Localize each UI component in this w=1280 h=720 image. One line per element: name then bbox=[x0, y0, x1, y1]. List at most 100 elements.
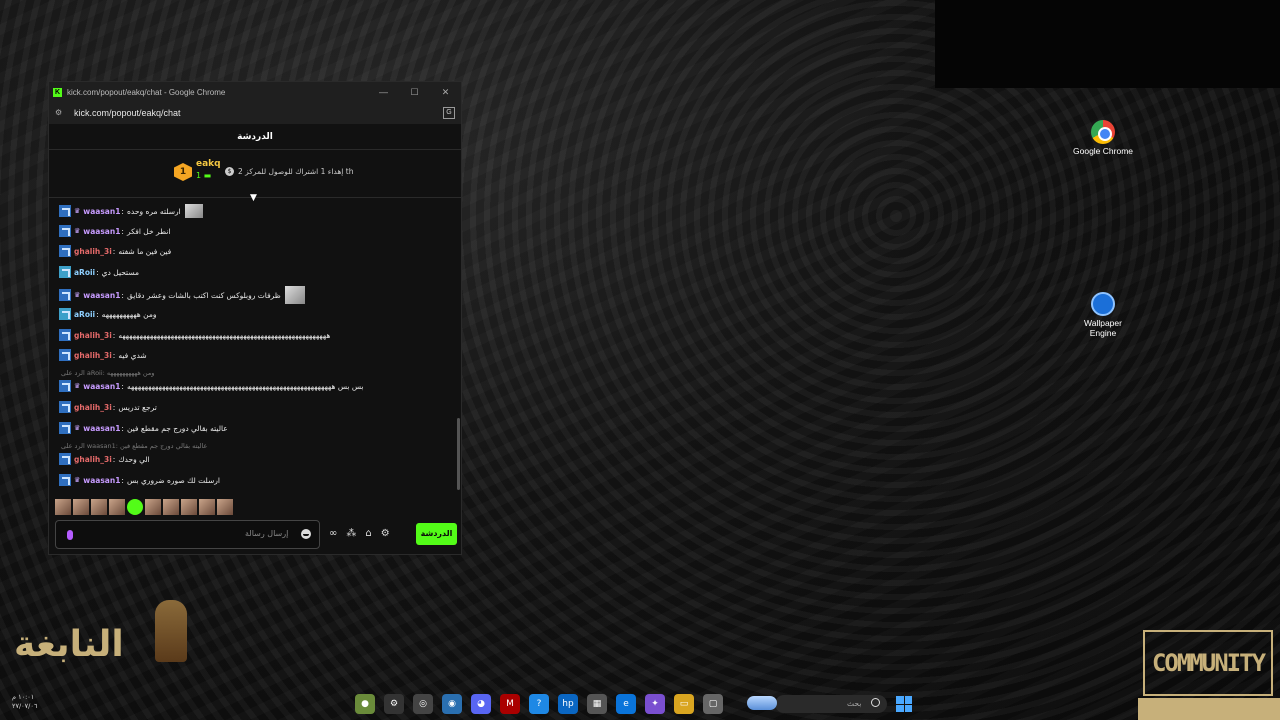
chat-message[interactable]: ghalih_3i : الي وحدك bbox=[59, 453, 150, 465]
emote-button[interactable] bbox=[55, 499, 71, 515]
subscriber-badge-icon bbox=[59, 380, 71, 392]
infinity-icon[interactable]: ∞ bbox=[329, 528, 337, 539]
url-text[interactable]: kick.com/popout/eakq/chat bbox=[74, 108, 181, 118]
chat-text: ارسلته مره وحده bbox=[126, 206, 181, 216]
maximize-button[interactable]: ☐ bbox=[399, 87, 430, 98]
settings-icon[interactable]: ⚙ bbox=[381, 528, 390, 539]
emote-button[interactable] bbox=[127, 499, 143, 515]
reply-reference[interactable]: الرد على aRoii: ومن ههههههههههه bbox=[61, 369, 154, 377]
chrome-taskbar-icon[interactable]: ◉ bbox=[442, 694, 462, 714]
emote-button[interactable] bbox=[217, 499, 233, 515]
chat-separator: : bbox=[121, 226, 124, 236]
wallpaper-overlay bbox=[935, 0, 1280, 88]
address-bar[interactable]: ⚙ kick.com/popout/eakq/chat G bbox=[49, 102, 461, 124]
desktop-icon-wallpaper-engine[interactable]: Wallpaper Engine bbox=[1073, 292, 1133, 338]
store-icon[interactable]: ▦ bbox=[587, 694, 607, 714]
crown-icon: ♛ bbox=[74, 382, 81, 390]
emote-image bbox=[284, 286, 305, 304]
site-info-icon[interactable]: ⚙ bbox=[55, 108, 65, 118]
title-bar[interactable]: K kick.com/popout/eakq/chat - Google Chr… bbox=[49, 82, 461, 102]
mcafee-icon[interactable]: M bbox=[500, 694, 520, 714]
chat-message[interactable]: ghalih_3i : ترجع تدريس bbox=[59, 401, 157, 413]
chat-separator: : bbox=[112, 402, 116, 412]
subscriber-badge-icon bbox=[59, 308, 71, 320]
minimize-button[interactable]: — bbox=[368, 87, 399, 98]
hp-icon[interactable]: hp bbox=[558, 694, 578, 714]
chat-username[interactable]: waasan1 bbox=[83, 227, 120, 236]
pinned-username[interactable]: eakq bbox=[196, 159, 221, 169]
chat-input-placeholder: إرسال رسالة bbox=[245, 529, 289, 538]
chat-message[interactable]: ghalih_3i : شدي فيه bbox=[59, 349, 147, 361]
chat-username[interactable]: aRoii bbox=[74, 268, 95, 277]
chat-message[interactable]: ♛ waasan1 : عاليته بقالي دورج جم مقطع في… bbox=[59, 422, 228, 434]
pinned-rank-line: 1 ▬ bbox=[196, 171, 212, 180]
clock-date: ٢٧/٠٧/٠٦ bbox=[12, 702, 38, 710]
subscriber-badge-icon bbox=[59, 225, 71, 237]
nodes-icon[interactable]: ⁂ bbox=[346, 528, 356, 539]
chat-message[interactable]: ♛ waasan1 : بس بس هههههههههههههههههههههه… bbox=[59, 380, 364, 392]
emote-button[interactable] bbox=[145, 499, 161, 515]
chat-message[interactable]: ♛ waasan1 : انطر خل افكر bbox=[59, 225, 170, 237]
chat-text: الي وحدك bbox=[118, 454, 150, 464]
chat-username[interactable]: ghalih_3i bbox=[74, 247, 112, 256]
chat-send-button[interactable]: الدردشة bbox=[416, 523, 457, 545]
store-icon[interactable]: ⌂ bbox=[365, 528, 371, 539]
chat-message[interactable]: ♛ waasan1 : ارسلته مره وحده bbox=[59, 204, 203, 218]
chat-message[interactable]: ♛ waasan1 : ظرفات روبلوكس كنت اكتب بالشا… bbox=[59, 286, 305, 304]
chat-username[interactable]: waasan1 bbox=[83, 424, 120, 433]
chat-username[interactable]: ghalih_3i bbox=[74, 351, 112, 360]
chat-username[interactable]: waasan1 bbox=[83, 382, 120, 391]
start-button[interactable] bbox=[896, 696, 912, 712]
emote-button[interactable] bbox=[163, 499, 179, 515]
chat-scrollbar[interactable] bbox=[457, 418, 460, 490]
file-explorer-icon[interactable]: ▭ bbox=[674, 694, 694, 714]
chat-username[interactable]: aRoii bbox=[74, 310, 95, 319]
discord-icon[interactable]: ◕ bbox=[471, 694, 491, 714]
taskbar-app-icon[interactable]: ▢ bbox=[703, 694, 723, 714]
watermark-logo: النابغة bbox=[14, 624, 126, 665]
taskbar-app-icon[interactable]: ◎ bbox=[413, 694, 433, 714]
emote-button[interactable] bbox=[199, 499, 215, 515]
pinned-info: $ إهداء 1 اشتراك للوصول للمركز 2 th bbox=[225, 167, 353, 176]
chat-username[interactable]: ghalih_3i bbox=[74, 403, 112, 412]
chat-username[interactable]: waasan1 bbox=[83, 291, 120, 300]
chat-message[interactable]: ♛ waasan1 : ارسلت لك صوره ضروري بس bbox=[59, 474, 220, 486]
chat-separator: : bbox=[112, 350, 116, 360]
chat-text: فين فين ما شفته bbox=[118, 246, 172, 256]
crown-icon: ♛ bbox=[74, 207, 81, 215]
edge-icon[interactable]: e bbox=[616, 694, 636, 714]
taskbar-app-icon[interactable]: ● bbox=[355, 694, 375, 714]
pinned-info-text: إهداء 1 اشتراك للوصول للمركز 2 th bbox=[238, 167, 354, 176]
chat-username[interactable]: waasan1 bbox=[83, 207, 120, 216]
subscriber-badge-icon bbox=[59, 205, 71, 217]
copilot-icon[interactable]: ✦ bbox=[645, 694, 665, 714]
emote-button[interactable] bbox=[91, 499, 107, 515]
chat-username[interactable]: ghalih_3i bbox=[74, 455, 112, 464]
close-button[interactable]: ✕ bbox=[430, 87, 461, 98]
chat-input[interactable]: إرسال رسالة bbox=[55, 520, 320, 549]
translate-icon[interactable]: G bbox=[443, 107, 455, 119]
taskbar-search[interactable]: بحث bbox=[747, 695, 887, 713]
crown-icon: ♛ bbox=[74, 291, 81, 299]
desktop-icon-chrome[interactable]: Google Chrome bbox=[1073, 120, 1133, 156]
help-icon[interactable]: ? bbox=[529, 694, 549, 714]
reply-reference[interactable]: الرد على waasan1: عاليته بقالي دورج جم م… bbox=[61, 442, 207, 450]
chat-username[interactable]: ghalih_3i bbox=[74, 331, 112, 340]
chat-message[interactable]: aRoii : مستحيل دي bbox=[59, 266, 139, 278]
microphone-icon[interactable] bbox=[67, 530, 73, 540]
chat-username[interactable]: waasan1 bbox=[83, 476, 120, 485]
emote-image bbox=[184, 204, 203, 218]
emote-button[interactable] bbox=[181, 499, 197, 515]
chat-separator: : bbox=[121, 206, 124, 216]
chat-message[interactable]: aRoii : ومن ههههههههههه bbox=[59, 308, 157, 320]
chat-message[interactable]: ghalih_3i : هههههههههههههههههههههههههههه… bbox=[59, 329, 330, 341]
crown-icon: ♛ bbox=[74, 424, 81, 432]
window-title: kick.com/popout/eakq/chat - Google Chrom… bbox=[67, 87, 226, 97]
emoji-icon[interactable] bbox=[301, 529, 311, 539]
emote-button[interactable] bbox=[109, 499, 125, 515]
clock[interactable]: ١٠:٠١ م ٢٧/٠٧/٠٦ bbox=[12, 693, 37, 711]
emote-button[interactable] bbox=[73, 499, 89, 515]
settings-icon[interactable]: ⚙ bbox=[384, 694, 404, 714]
community-logo: COMMUNITY bbox=[1143, 630, 1273, 696]
chat-message[interactable]: ghalih_3i : فين فين ما شفته bbox=[59, 245, 171, 257]
